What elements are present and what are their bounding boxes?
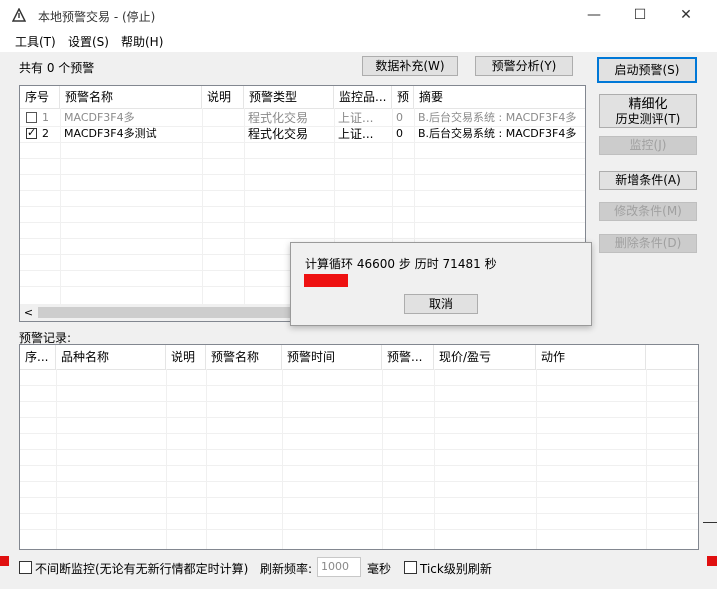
- table-row[interactable]: 1 MACDF3F4多 程式化交易 上证... 0 B.后台交易系统 : MAC…: [20, 110, 585, 126]
- cancel-button[interactable]: 取消: [404, 294, 478, 314]
- col-rec-product[interactable]: 品种名称: [56, 345, 166, 369]
- col-rec-action[interactable]: 动作: [536, 345, 646, 369]
- backtest-label-line2: 历史测评(T): [615, 112, 681, 126]
- scroll-thumb[interactable]: [38, 307, 290, 318]
- menu-settings[interactable]: 设置(S): [68, 33, 109, 50]
- backtest-label-line1: 精细化: [628, 97, 668, 112]
- row-index: 1: [42, 111, 49, 124]
- row-monitor: 上证...: [338, 127, 374, 141]
- seconds-label: 秒: [484, 257, 497, 271]
- row-checkbox[interactable]: [26, 112, 37, 123]
- refresh-rate-label: 刷新频率:: [260, 562, 313, 576]
- continuous-monitor-checkbox[interactable]: [19, 561, 32, 574]
- records-table-header: 序... 品种名称 说明 预警名称 预警时间 预警... 现价/盈亏 动作: [20, 345, 698, 370]
- records-table[interactable]: 序... 品种名称 说明 预警名称 预警时间 预警... 现价/盈亏 动作: [19, 344, 699, 550]
- row-desc: [202, 110, 244, 126]
- seconds-value: 71481: [442, 257, 481, 271]
- scroll-left-icon[interactable]: <: [20, 304, 37, 321]
- menu-tools[interactable]: 工具(T): [15, 33, 56, 50]
- alert-count: 共有 0 个预警: [19, 61, 95, 75]
- col-rec-alert-type[interactable]: 预警...: [382, 345, 434, 369]
- row-name: MACDF3F4多: [64, 111, 135, 124]
- background-window-edge: [707, 556, 717, 566]
- progress-text: 计算循环 46600 步 历时 71481 秒: [305, 255, 497, 272]
- tick-refresh-label: Tick级别刷新: [420, 562, 492, 576]
- menu-help[interactable]: 帮助(H): [121, 33, 163, 50]
- col-index[interactable]: 序号: [20, 86, 60, 108]
- start-alert-button[interactable]: 启动预警(S): [597, 57, 697, 83]
- tick-refresh-checkbox[interactable]: [404, 561, 417, 574]
- app-icon: [12, 8, 26, 22]
- title-bar: 本地预警交易 - (停止) — ☐ ✕: [0, 0, 717, 30]
- col-summary[interactable]: 摘要: [414, 86, 585, 108]
- row-desc: [202, 126, 244, 142]
- row-monitor: 上证...: [338, 111, 374, 125]
- row-name: MACDF3F4多测试: [64, 127, 157, 140]
- window-title: 本地预警交易 - (停止): [38, 10, 156, 24]
- backtest-button[interactable]: 精细化 历史测评(T): [599, 94, 697, 128]
- col-rec-price[interactable]: 现价/盈亏: [434, 345, 536, 369]
- col-alert-type[interactable]: 预警类型: [244, 86, 334, 108]
- modify-condition-button[interactable]: 修改条件(M): [599, 202, 697, 221]
- col-rec-alert-name[interactable]: 预警名称: [206, 345, 282, 369]
- refresh-rate-input[interactable]: 1000: [317, 557, 361, 577]
- elapsed-label: 历时: [414, 257, 439, 271]
- delete-condition-button[interactable]: 删除条件(D): [599, 234, 697, 253]
- col-rec-desc[interactable]: 说明: [166, 345, 206, 369]
- close-icon[interactable]: ✕: [663, 0, 709, 30]
- steps-value: 46600: [356, 257, 396, 271]
- steps-label: 步: [398, 257, 411, 271]
- row-checkbox[interactable]: [26, 126, 37, 139]
- monitor-button[interactable]: 监控(J): [599, 136, 697, 155]
- row-type: 程式化交易: [248, 111, 309, 125]
- data-fill-button[interactable]: 数据补充(W): [362, 56, 458, 76]
- background-window-edge: [703, 522, 717, 523]
- row-index: 2: [42, 127, 49, 140]
- ms-label: 毫秒: [367, 562, 392, 576]
- row-pre: 0: [396, 127, 403, 140]
- row-summary: B.后台交易系统 : MACDF3F4多: [418, 111, 577, 124]
- background-window-edge: [0, 556, 9, 566]
- col-desc[interactable]: 说明: [202, 86, 244, 108]
- add-condition-button[interactable]: 新增条件(A): [599, 171, 697, 190]
- col-pre[interactable]: 预: [392, 86, 414, 108]
- alerts-table-header: 序号 预警名称 说明 预警类型 监控品... 预 摘要: [20, 86, 585, 109]
- row-summary: B.后台交易系统 : MACDF3F4多: [418, 127, 577, 140]
- minimize-icon[interactable]: —: [571, 0, 617, 30]
- table-row[interactable]: 2 MACDF3F4多测试 程式化交易 上证... 0 B.后台交易系统 : M…: [20, 126, 585, 142]
- col-monitor[interactable]: 监控品...: [334, 86, 392, 108]
- col-rec-alert-time[interactable]: 预警时间: [282, 345, 382, 369]
- alert-analysis-button[interactable]: 预警分析(Y): [475, 56, 573, 76]
- continuous-monitor-label: 不间断监控(无论有无新行情都定时计算): [35, 562, 249, 576]
- col-alert-name[interactable]: 预警名称: [60, 86, 202, 108]
- row-type: 程式化交易: [248, 127, 309, 141]
- progress-bar: [304, 274, 348, 287]
- row-pre: 0: [396, 111, 403, 124]
- calc-label: 计算循环: [305, 257, 354, 271]
- maximize-icon[interactable]: ☐: [617, 0, 663, 30]
- main-window: 本地预警交易 - (停止) — ☐ ✕ 工具(T) 设置(S) 帮助(H) 共有…: [0, 0, 717, 589]
- col-rec-index[interactable]: 序...: [20, 345, 56, 369]
